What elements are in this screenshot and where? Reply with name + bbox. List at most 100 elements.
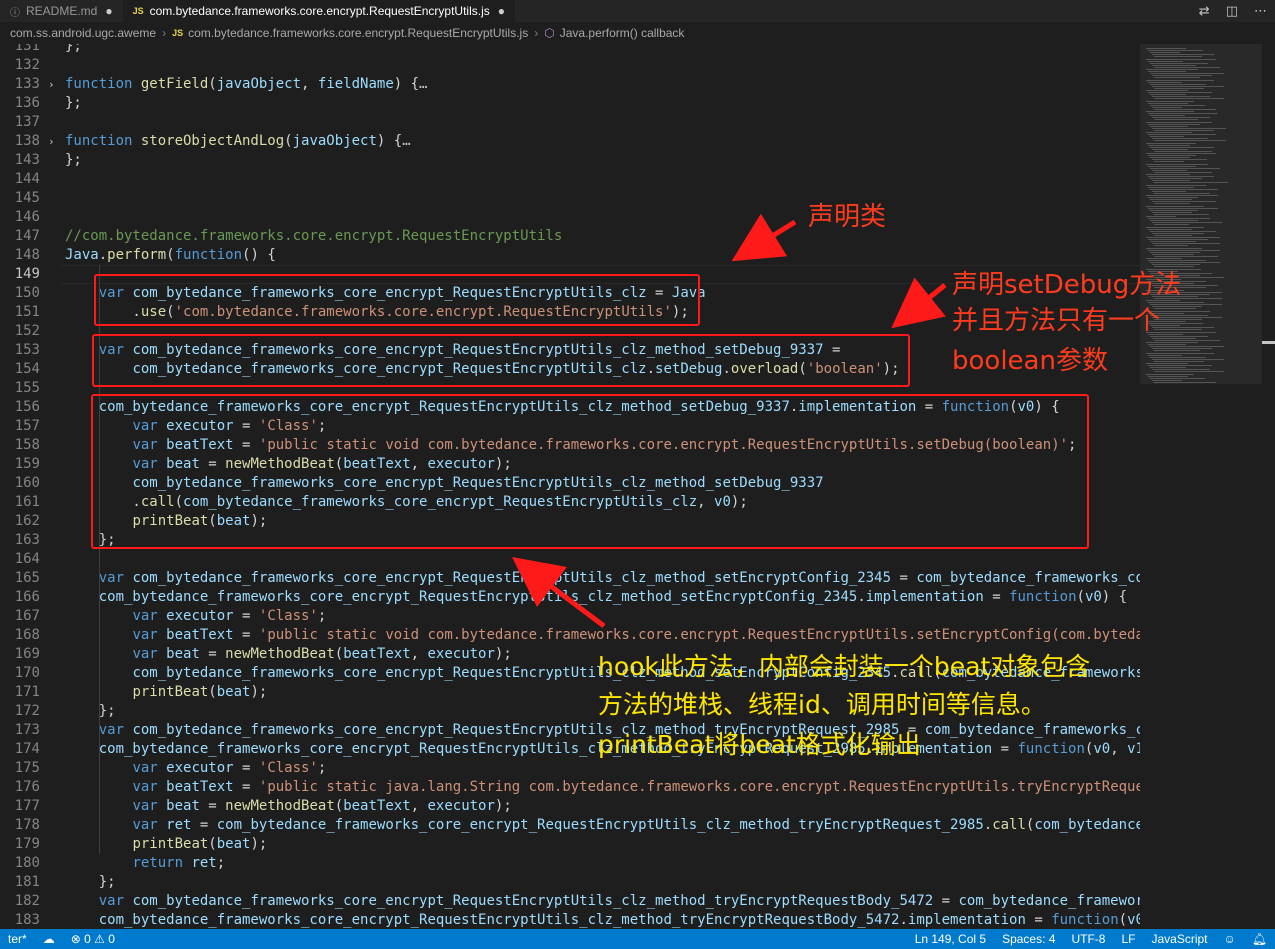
breadcrumb-symbol[interactable]: Java.perform() callback xyxy=(560,26,685,40)
line-number[interactable]: 155 xyxy=(0,379,40,398)
code-line[interactable]: 166 com_bytedance_frameworks_core_encryp… xyxy=(0,588,1140,607)
fold-chevron-icon[interactable]: › xyxy=(48,132,55,151)
breadcrumb-file[interactable]: com.bytedance.frameworks.core.encrypt.Re… xyxy=(188,26,528,40)
line-number[interactable]: 157 xyxy=(0,417,40,436)
line-number[interactable]: 154 xyxy=(0,360,40,379)
line-number[interactable]: 171 xyxy=(0,683,40,702)
unsaved-dot-icon[interactable]: ● xyxy=(498,4,505,18)
line-number[interactable]: 148 xyxy=(0,246,40,265)
line-number[interactable]: 173 xyxy=(0,721,40,740)
line-number[interactable]: 183 xyxy=(0,911,40,929)
line-number[interactable]: 160 xyxy=(0,474,40,493)
fold-chevron-icon[interactable]: › xyxy=(48,75,55,94)
line-number[interactable]: 150 xyxy=(0,284,40,303)
line-number[interactable]: 179 xyxy=(0,835,40,854)
code-line[interactable]: 183 com_bytedance_frameworks_core_encryp… xyxy=(0,911,1140,929)
code-line[interactable]: 167 var executor = 'Class'; xyxy=(0,607,1140,626)
line-number[interactable]: 143 xyxy=(0,151,40,170)
line-number[interactable]: 182 xyxy=(0,892,40,911)
tab-request-encrypt-utils[interactable]: JS com.bytedance.frameworks.core.encrypt… xyxy=(122,0,515,22)
line-number[interactable]: 145 xyxy=(0,189,40,208)
line-number[interactable]: 178 xyxy=(0,816,40,835)
open-changes-icon[interactable]: ⇄ xyxy=(1199,4,1210,19)
line-number[interactable]: 159 xyxy=(0,455,40,474)
code-line[interactable]: 164 xyxy=(0,550,1140,569)
line-number[interactable]: 149 xyxy=(0,265,40,284)
end-of-line[interactable]: LF xyxy=(1113,932,1143,946)
code-line[interactable]: 145 xyxy=(0,189,1140,208)
line-number[interactable]: 158 xyxy=(0,436,40,455)
line-number[interactable]: 172 xyxy=(0,702,40,721)
line-number[interactable]: 131 xyxy=(0,44,40,56)
split-editor-icon[interactable]: ◫ xyxy=(1226,4,1238,19)
code-line[interactable]: 136}; xyxy=(0,94,1140,113)
code-line[interactable]: 179 printBeat(beat); xyxy=(0,835,1140,854)
line-number[interactable]: 180 xyxy=(0,854,40,873)
code-line[interactable]: 137 xyxy=(0,113,1140,132)
line-number[interactable]: 167 xyxy=(0,607,40,626)
line-number[interactable]: 166 xyxy=(0,588,40,607)
code-line[interactable]: 146 xyxy=(0,208,1140,227)
minimap-line xyxy=(1154,129,1214,131)
code-line[interactable]: 133 › function getField(javaObject, fieldN… xyxy=(0,75,1140,94)
notifications-icon[interactable]: 🔔︎ xyxy=(1244,932,1275,946)
line-number[interactable]: 138 xyxy=(0,132,40,151)
code-line[interactable]: 143}; xyxy=(0,151,1140,170)
language-mode[interactable]: JavaScript xyxy=(1143,932,1215,946)
line-number[interactable]: 181 xyxy=(0,873,40,892)
line-number[interactable]: 147 xyxy=(0,227,40,246)
code-line[interactable]: 132 xyxy=(0,56,1140,75)
code-line[interactable]: 173 var com_bytedance_frameworks_core_en… xyxy=(0,721,1140,740)
line-number[interactable]: 146 xyxy=(0,208,40,227)
line-number[interactable]: 177 xyxy=(0,797,40,816)
line-number[interactable]: 137 xyxy=(0,113,40,132)
feedback-icon[interactable]: ☺ xyxy=(1216,932,1244,946)
line-number[interactable]: 176 xyxy=(0,778,40,797)
sync-icon[interactable]: ☁ xyxy=(35,932,63,946)
code-line[interactable]: 178 var ret = com_bytedance_frameworks_c… xyxy=(0,816,1140,835)
line-number[interactable]: 165 xyxy=(0,569,40,588)
cursor-position[interactable]: Ln 149, Col 5 xyxy=(907,932,994,946)
line-number[interactable]: 163 xyxy=(0,531,40,550)
breadcrumb-folder[interactable]: com.ss.android.ugc.aweme xyxy=(10,26,156,40)
line-number[interactable]: 168 xyxy=(0,626,40,645)
line-number[interactable]: 170 xyxy=(0,664,40,683)
line-number[interactable]: 164 xyxy=(0,550,40,569)
minimap[interactable] xyxy=(1140,44,1275,929)
code-line[interactable]: 147 //com.bytedance.frameworks.core.encry… xyxy=(0,227,1140,246)
code-line[interactable]: 144 xyxy=(0,170,1140,189)
line-number[interactable]: 162 xyxy=(0,512,40,531)
code-line[interactable]: 131}; xyxy=(0,44,1140,56)
code-line[interactable]: 175 var executor = 'Class'; xyxy=(0,759,1140,778)
code-line[interactable]: 177 var beat = newMethodBeat(beatText, e… xyxy=(0,797,1140,816)
line-number[interactable]: 169 xyxy=(0,645,40,664)
code-line[interactable]: 148 Java.perform(function() { xyxy=(0,246,1140,265)
line-number[interactable]: 153 xyxy=(0,341,40,360)
encoding[interactable]: UTF-8 xyxy=(1063,932,1113,946)
line-number[interactable]: 152 xyxy=(0,322,40,341)
tab-readme[interactable]: ⓘ README.md ● xyxy=(0,0,123,22)
line-number[interactable]: 132 xyxy=(0,56,40,75)
problems-indicator[interactable]: ⊗ 0 ⚠ 0 xyxy=(63,932,123,946)
unsaved-dot-icon[interactable]: ● xyxy=(105,4,112,18)
status-mode[interactable]: ter* xyxy=(0,932,35,946)
code-token: ( xyxy=(166,247,175,263)
line-number[interactable]: 156 xyxy=(0,398,40,417)
code-line[interactable]: 176 var beatText = 'public static java.l… xyxy=(0,778,1140,797)
line-number[interactable]: 174 xyxy=(0,740,40,759)
line-number[interactable]: 144 xyxy=(0,170,40,189)
line-number[interactable]: 161 xyxy=(0,493,40,512)
line-number[interactable]: 133 xyxy=(0,75,40,94)
more-actions-icon[interactable]: ⋯ xyxy=(1254,4,1267,19)
line-number[interactable]: 136 xyxy=(0,94,40,113)
code-line[interactable]: 168 var beatText = 'public static void c… xyxy=(0,626,1140,645)
code-line[interactable]: 174 com_bytedance_frameworks_core_encryp… xyxy=(0,740,1140,759)
line-number[interactable]: 175 xyxy=(0,759,40,778)
code-line[interactable]: 180 return ret; xyxy=(0,854,1140,873)
line-number[interactable]: 151 xyxy=(0,303,40,322)
code-line[interactable]: 181 }; xyxy=(0,873,1140,892)
code-line[interactable]: 165 var com_bytedance_frameworks_core_en… xyxy=(0,569,1140,588)
code-line[interactable]: 138 › function storeObjectAndLog(javaObjec… xyxy=(0,132,1140,151)
code-line[interactable]: 182 var com_bytedance_frameworks_core_en… xyxy=(0,892,1140,911)
indentation[interactable]: Spaces: 4 xyxy=(994,932,1063,946)
